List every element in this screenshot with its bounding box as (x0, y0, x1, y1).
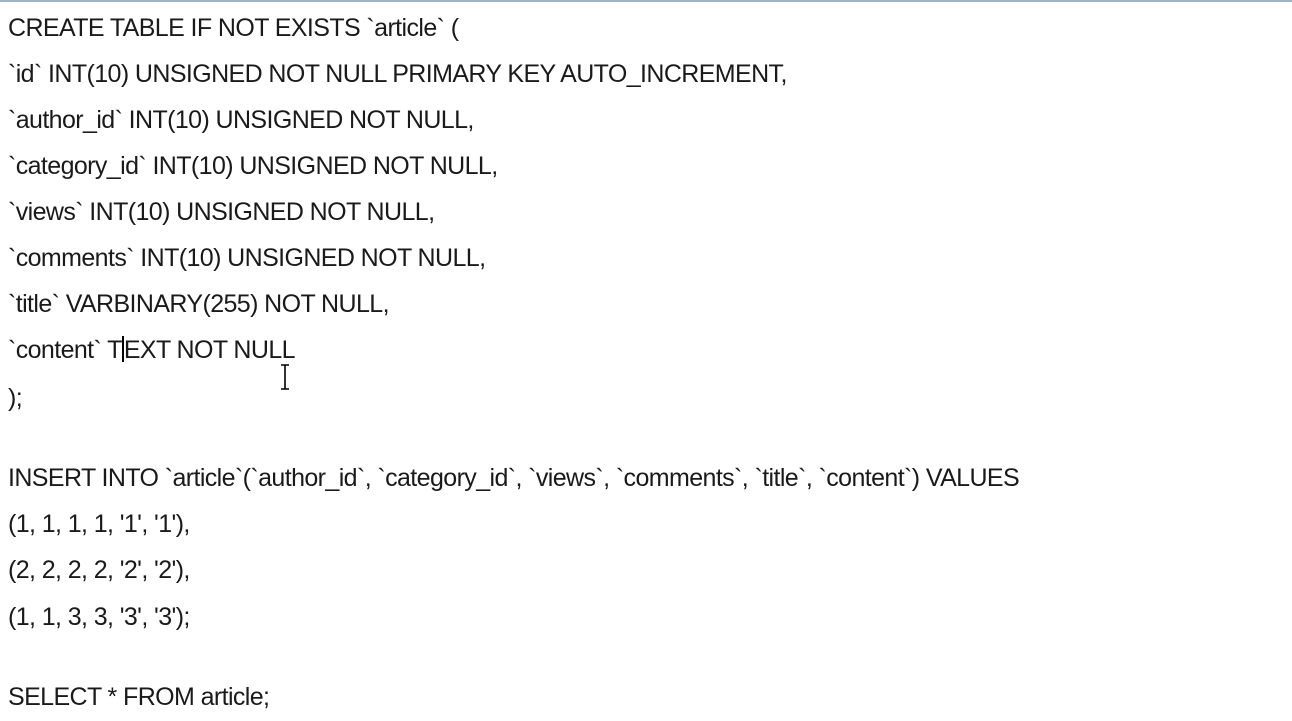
code-line-8-after-caret: EXT NOT NULL (123, 336, 296, 364)
code-line-8-before-caret: `content` T (8, 336, 122, 364)
code-line-7: `title` VARBINARY(255) NOT NULL, (8, 290, 390, 318)
code-line-14: (1, 1, 3, 3, '3', '3'); (8, 603, 190, 631)
code-line-11: INSERT INTO `article`(`author_id`, `cate… (8, 464, 1020, 492)
i-beam-cursor-icon (281, 364, 289, 390)
code-line-13: (2, 2, 2, 2, '2', '2'), (8, 556, 190, 584)
code-line-5: `views` INT(10) UNSIGNED NOT NULL, (8, 198, 435, 226)
code-line-4: `category_id` INT(10) UNSIGNED NOT NULL, (8, 152, 498, 180)
code-line-8: `content` TEXT NOT NULL (8, 332, 296, 368)
code-line-9: ); (8, 384, 23, 412)
code-line-6: `comments` INT(10) UNSIGNED NOT NULL, (8, 244, 486, 272)
sql-editor[interactable]: CREATE TABLE IF NOT EXISTS `article` ( `… (0, 2, 1292, 721)
code-line-2: `id` INT(10) UNSIGNED NOT NULL PRIMARY K… (8, 60, 787, 88)
code-line-16: SELECT * FROM article; (8, 683, 270, 711)
code-line-1: CREATE TABLE IF NOT EXISTS `article` ( (8, 14, 459, 42)
code-line-12: (1, 1, 1, 1, '1', '1'), (8, 510, 190, 538)
code-line-3: `author_id` INT(10) UNSIGNED NOT NULL, (8, 106, 474, 134)
